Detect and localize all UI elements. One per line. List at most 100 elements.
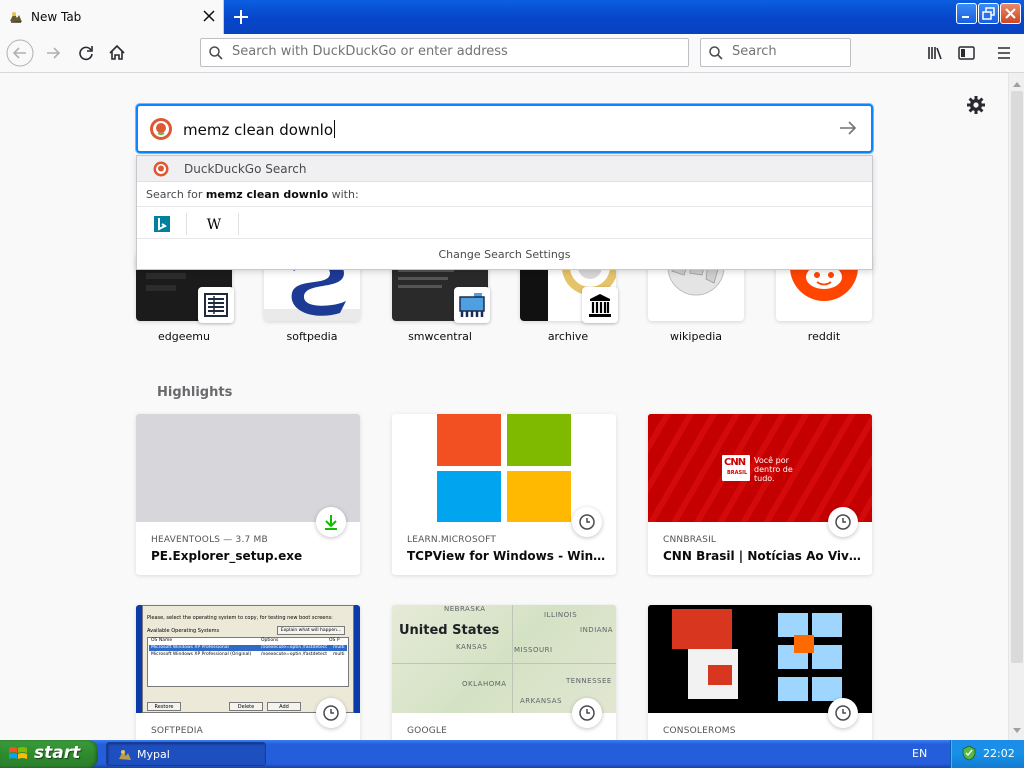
suggestion-label: DuckDuckGo Search: [184, 162, 307, 176]
scrollbar-thumb[interactable]: [1011, 91, 1023, 663]
card-title: CNN Brasil | Notícias Ao Vivo do Brasil …: [663, 549, 863, 563]
archive-logo-icon: [582, 287, 618, 323]
map-label: MISSOURI: [514, 646, 553, 654]
clock-icon: [572, 507, 602, 537]
card-host: GOOGLE: [407, 726, 448, 736]
search-input[interactable]: [732, 44, 832, 59]
site-label: reddit: [807, 330, 841, 343]
suggestion-item[interactable]: DuckDuckGo Search: [137, 156, 872, 182]
restore-icon: [982, 7, 995, 20]
library-icon[interactable]: [921, 39, 949, 67]
duckduckgo-icon: [150, 118, 172, 140]
dialog-text: multi: [333, 652, 345, 657]
smwcentral-logo-icon: [454, 287, 490, 323]
text-cursor: [334, 120, 336, 138]
card-title: TCPView for Windows - Windows Sysinterna…: [407, 549, 607, 563]
scroll-up-icon[interactable]: [1013, 78, 1021, 87]
map-label: NEBRASKA: [444, 605, 486, 613]
tab-new-tab[interactable]: New Tab: [0, 0, 224, 34]
dialog-text: Microsoft Windows XP Professional: [151, 645, 229, 650]
map-label: TENNESSEE: [566, 677, 612, 685]
bing-icon: [154, 216, 170, 232]
address-input[interactable]: [232, 44, 652, 59]
highlight-card[interactable]: LEARN.MICROSOFT TCPView for Windows - Wi…: [392, 414, 616, 575]
tab-title: New Tab: [31, 10, 82, 24]
one-off-engines: W: [137, 206, 872, 239]
scroll-down-icon[interactable]: [1013, 728, 1021, 737]
language-indicator[interactable]: EN: [912, 747, 927, 760]
security-shield-icon[interactable]: [961, 745, 977, 761]
page-search-box[interactable]: memz clean downlo: [136, 104, 873, 153]
map-title: United States: [399, 623, 500, 638]
dialog-button: Add: [267, 702, 301, 711]
clock-icon: [828, 507, 858, 537]
dialog-button: Restore: [147, 702, 181, 711]
highlight-card[interactable]: HEAVENTOOLS — 3.7 MB PE.Explorer_setup.e…: [136, 414, 360, 575]
svg-text:W: W: [207, 217, 222, 233]
edgeemu-logo-icon: [198, 287, 234, 323]
restore-button[interactable]: [978, 3, 999, 24]
highlight-card[interactable]: CONSOLEROMS: [648, 605, 872, 740]
dialog-text: OS P: [329, 638, 340, 643]
card-thumbnail: [648, 605, 872, 713]
dialog-text: Available Operating Systems: [147, 628, 220, 634]
sidebar-icon[interactable]: [952, 39, 980, 67]
close-window-button[interactable]: [1000, 3, 1021, 24]
search-icon: [209, 46, 223, 60]
clock-icon: [828, 698, 858, 728]
back-icon[interactable]: [6, 39, 34, 67]
navigation-toolbar: [0, 34, 1024, 73]
cnn-tagline: Você por dentro de tudo.: [754, 456, 793, 483]
system-tray: 22:02: [950, 740, 1024, 768]
cnn-logo-text: CNN: [724, 457, 746, 468]
card-title: PE.Explorer_setup.exe: [151, 549, 303, 563]
card-host: HEAVENTOOLS — 3.7 MB: [151, 535, 268, 545]
highlight-card[interactable]: Please, select the operating system to c…: [136, 605, 360, 740]
wikipedia-engine-button[interactable]: W: [189, 213, 239, 235]
dialog-text: multi: [333, 645, 345, 650]
card-thumbnail: Please, select the operating system to c…: [136, 605, 360, 713]
search-bar[interactable]: [700, 38, 851, 67]
site-label: edgeemu: [158, 330, 210, 343]
clock: 22:02: [983, 747, 1015, 760]
title-bar: New Tab: [0, 0, 1024, 34]
map-label: INDIANA: [580, 626, 614, 634]
cnn-logo-icon: CNN BRASIL: [722, 455, 750, 481]
search-icon: [709, 46, 723, 60]
search-query-text[interactable]: memz clean downlo: [183, 120, 336, 139]
start-label: start: [34, 743, 81, 763]
highlight-card[interactable]: United States NEBRASKA ILLINOIS INDIANA …: [392, 605, 616, 740]
site-label: archive: [547, 330, 589, 343]
map-thumbnail: United States NEBRASKA ILLINOIS INDIANA …: [392, 605, 616, 713]
home-icon[interactable]: [103, 39, 131, 67]
site-label: wikipedia: [669, 330, 722, 343]
mypal-icon: [10, 12, 22, 23]
close-icon: [1005, 8, 1016, 19]
site-label: smwcentral: [408, 330, 472, 343]
windows-taskbar: start Mypal EN 22:02: [0, 740, 1024, 768]
search-suggestions-dropdown: DuckDuckGo Search Search for memz clean …: [136, 155, 873, 270]
start-button[interactable]: start: [0, 740, 98, 768]
taskbar-item-mypal[interactable]: Mypal: [106, 742, 266, 766]
card-thumbnail: CNN BRASIL Você por dentro de tudo.: [648, 414, 872, 522]
address-bar[interactable]: [200, 38, 689, 67]
forward-icon[interactable]: [39, 39, 67, 67]
dialog-text: Microsoft Windows XP Professional (Origi…: [151, 652, 252, 657]
dialog-button: Explain what will happen...: [277, 626, 345, 635]
clock-icon: [316, 698, 346, 728]
reload-icon[interactable]: [72, 39, 100, 67]
highlight-card[interactable]: CNN BRASIL Você por dentro de tudo. CNNB…: [648, 414, 872, 575]
page-scrollbar[interactable]: [1008, 73, 1024, 740]
map-label: OKLAHOMA: [462, 680, 507, 688]
new-tab-icon[interactable]: [228, 4, 254, 30]
gear-icon[interactable]: [965, 94, 987, 116]
minimize-button[interactable]: [956, 3, 977, 24]
change-search-settings-link[interactable]: Change Search Settings: [137, 248, 872, 261]
bing-engine-button[interactable]: [137, 213, 187, 235]
windows-logo-icon: [9, 747, 27, 759]
close-tab-icon[interactable]: [198, 5, 220, 27]
arrow-right-icon[interactable]: [838, 119, 858, 137]
clock-icon: [572, 698, 602, 728]
menu-icon[interactable]: [990, 39, 1018, 67]
duckduckgo-icon: [153, 161, 169, 177]
